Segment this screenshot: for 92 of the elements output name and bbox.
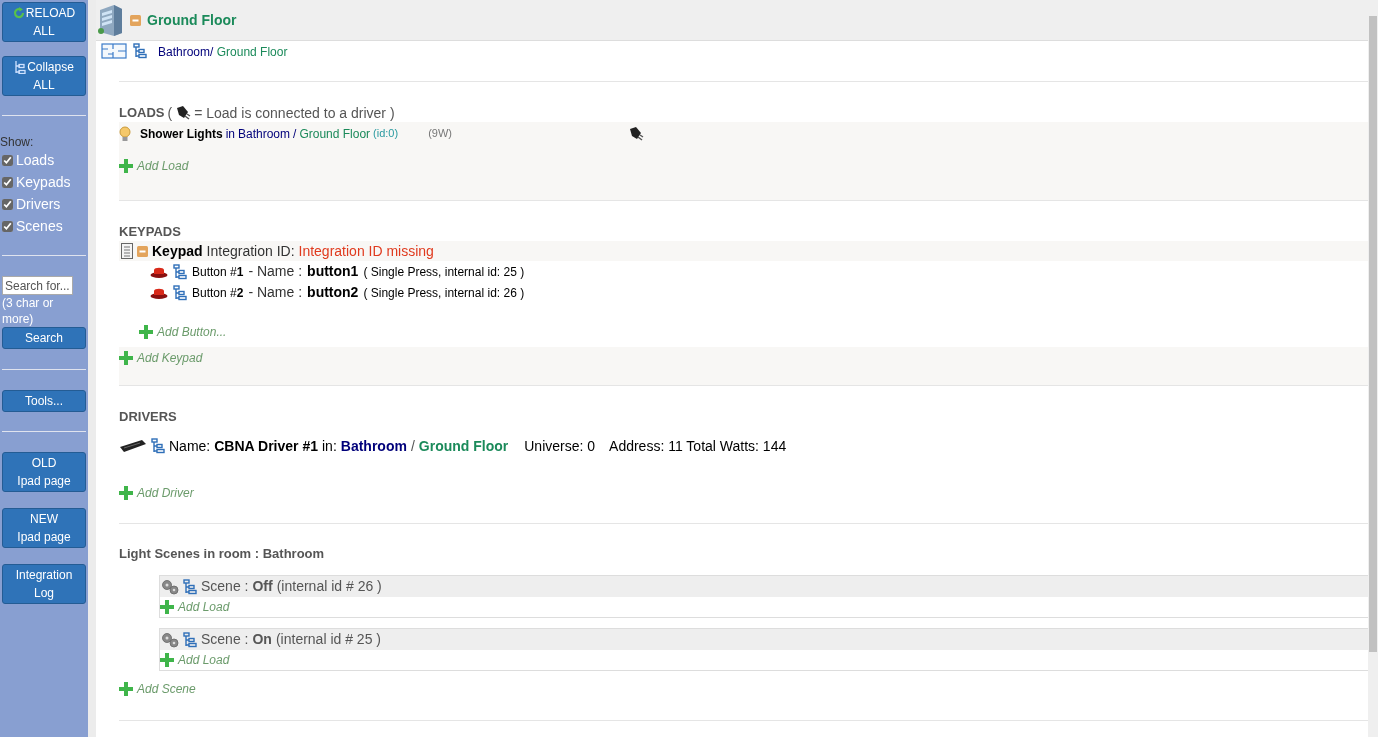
scene-label: Scene : — [201, 630, 249, 649]
search-field[interactable]: Search for... — [2, 276, 73, 295]
plus-icon — [119, 486, 133, 500]
filter-label: Loads — [16, 150, 55, 170]
push-button-icon — [150, 265, 168, 278]
integration-id-value: Integration ID missing — [298, 241, 434, 261]
scene-detail: (internal id # 25 ) — [275, 630, 381, 649]
button-name: button2 — [307, 283, 359, 302]
plus-icon — [119, 682, 133, 696]
add-link[interactable]: Add Keypad — [137, 349, 203, 367]
search-hint: (3 char or more) — [1, 295, 55, 327]
scene-label: Scene : — [201, 577, 249, 596]
section-heading: Light Scenes in room : Bathroom — [119, 545, 325, 564]
page-button[interactable]: NEW Ipad page — [2, 508, 86, 548]
gears-icon — [161, 631, 179, 648]
name-label: - Name : — [248, 262, 303, 281]
section-heading: DRIVERS — [119, 408, 177, 427]
address-text: Address: 11 Total Watts: 144 — [609, 436, 787, 456]
name-label: - Name : — [248, 283, 303, 302]
scene-detail: (internal id # 26 ) — [276, 577, 382, 596]
push-button-icon — [150, 286, 168, 299]
filter-checkbox[interactable] — [2, 198, 13, 210]
plug-icon — [175, 105, 192, 121]
load-id: (id:0) — [373, 126, 399, 142]
collapse-all-button[interactable]: Collapse ALL — [2, 56, 86, 96]
tree-icon — [173, 284, 187, 301]
plug-icon — [628, 125, 644, 142]
add-link[interactable]: Add Button... — [157, 323, 227, 341]
reload-button[interactable]: RELOAD ALL — [2, 2, 86, 42]
filter-checkbox[interactable] — [2, 220, 13, 232]
search-button[interactable]: Search — [2, 327, 86, 349]
tree-icon — [14, 60, 27, 74]
plus-icon — [119, 159, 133, 173]
room-link[interactable]: Bathroom — [340, 435, 407, 457]
button-label: Button #2 — [192, 284, 244, 302]
separator: / — [293, 125, 297, 143]
filter-checkbox[interactable] — [2, 154, 13, 166]
tree-icon — [133, 43, 147, 59]
room-link[interactable]: Bathroom/ — [158, 45, 214, 59]
plus-icon — [160, 653, 174, 667]
add-link[interactable]: Add Driver — [137, 484, 194, 502]
floorplan-icon — [101, 43, 127, 59]
universe-text: Universe: 0 — [524, 436, 596, 456]
floor-link[interactable]: Ground Floor — [418, 435, 509, 457]
scene-name: On — [252, 630, 272, 649]
integration-id-label: Integration ID: — [206, 241, 295, 261]
tools-button[interactable]: Tools... — [2, 390, 86, 412]
tree-icon — [183, 631, 197, 648]
section-heading: KEYPADS — [119, 223, 181, 242]
load-name: Shower Lights — [140, 125, 223, 143]
button-name: button1 — [307, 262, 359, 281]
name-label: Name: — [169, 436, 211, 456]
add-link[interactable]: Add Load — [178, 651, 230, 669]
building-icon — [96, 4, 124, 36]
filter-checkbox[interactable] — [2, 176, 13, 188]
show-label: Show: — [0, 135, 35, 149]
floor-title: Ground Floor — [147, 10, 237, 30]
in-label: in — [225, 125, 235, 143]
tree-icon — [151, 438, 165, 454]
bulb-icon — [119, 125, 131, 142]
tree-icon — [183, 578, 197, 595]
driver-device-icon — [119, 439, 147, 453]
button-detail: ( Single Press, internal id: 26 ) — [363, 284, 525, 302]
filter-label: Drivers — [16, 194, 61, 214]
gears-icon — [161, 578, 179, 595]
filter-label: Scenes — [16, 216, 63, 236]
add-link[interactable]: Add Scene — [137, 680, 196, 698]
in-label: in: — [322, 436, 337, 456]
scrollbar[interactable] — [1368, 0, 1378, 737]
room-link[interactable]: Bathroom — [238, 124, 291, 143]
keypad-label: Keypad — [152, 241, 203, 261]
button-detail: ( Single Press, internal id: 25 ) — [363, 263, 525, 281]
driver-name: CBNA Driver #1 — [214, 436, 318, 456]
add-link[interactable]: Add Load — [137, 157, 189, 175]
section-heading: LOADS — [119, 104, 165, 123]
floor-link[interactable]: Ground Floor — [216, 45, 288, 59]
add-link[interactable]: Add Load — [178, 598, 230, 616]
tree-icon — [173, 263, 187, 280]
filter-label: Keypads — [16, 172, 71, 192]
load-watts: (9W) — [428, 126, 452, 142]
plus-icon — [160, 600, 174, 614]
plus-icon — [139, 325, 153, 339]
legend-text: = Load is connected to a driver ) — [194, 103, 395, 123]
legend-text: ( — [167, 103, 173, 123]
page-button[interactable]: OLD Ipad page — [2, 452, 86, 492]
scene-name: Off — [252, 577, 273, 596]
floor-link[interactable]: Ground Floor — [299, 124, 371, 143]
separator: / — [410, 436, 415, 456]
reload-icon — [12, 7, 25, 19]
plus-icon — [119, 351, 133, 365]
page-button[interactable]: Integration Log — [2, 564, 86, 604]
button-label: Button #1 — [192, 263, 244, 281]
